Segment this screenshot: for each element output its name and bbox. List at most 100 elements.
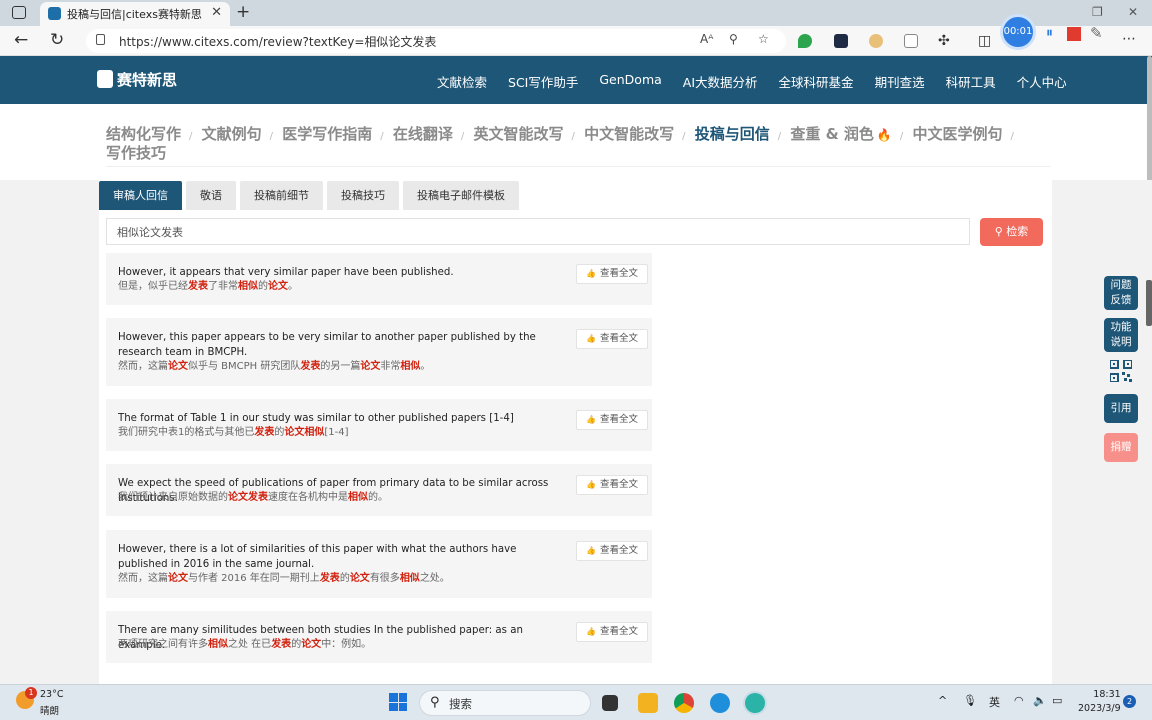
subtab-pre-submission[interactable]: 投稿前细节 — [240, 181, 323, 210]
category-item[interactable]: 中文智能改写 — [584, 125, 674, 143]
edge-handle[interactable] — [1146, 280, 1152, 326]
volume-icon[interactable]: 🔈 — [1033, 694, 1047, 707]
nav-item[interactable]: SCI写作助手 — [508, 72, 578, 91]
view-full-text-button[interactable]: 👍 查看全文 — [576, 264, 648, 284]
highlight-term: 发表 — [248, 492, 268, 503]
nav-item[interactable]: 科研工具 — [946, 72, 996, 91]
read-aloud-icon[interactable]: Aᴬ — [700, 32, 713, 46]
browser-tab[interactable]: 投稿与回信|citexs赛特新思 ✕ — [40, 2, 230, 26]
features-button[interactable]: 功能说明 — [1104, 318, 1138, 352]
view-full-text-button[interactable]: 👍 查看全文 — [576, 541, 648, 561]
divider — [106, 166, 1050, 167]
more-menu-icon[interactable]: ⋯ — [1122, 31, 1136, 47]
feedback-label: 问题反馈 — [1110, 279, 1132, 306]
ime-indicator[interactable]: 英 — [989, 694, 1000, 710]
extension-shield-icon[interactable] — [798, 34, 812, 48]
recorder-pen-icon[interactable]: ✎ — [1090, 24, 1103, 42]
nav-item[interactable]: AI大数据分析 — [683, 72, 758, 91]
extension-dark-icon[interactable] — [834, 34, 848, 48]
subtab-reviewer-reply[interactable]: 审稿人回信 — [99, 181, 182, 210]
view-full-text-label: 查看全文 — [599, 268, 638, 279]
window-menu-icon[interactable] — [12, 6, 26, 19]
qr-code-icon[interactable] — [1110, 360, 1132, 382]
restore-window-icon[interactable]: ❐ — [1092, 5, 1103, 19]
start-windows-icon[interactable] — [389, 693, 407, 711]
nav-item[interactable]: 期刊查选 — [875, 72, 925, 91]
address-bar[interactable]: https://www.citexs.com/review?textKey=相似… — [86, 29, 786, 53]
task-view-icon[interactable] — [602, 695, 618, 711]
result-chinese-text: 的。 — [368, 492, 388, 503]
category-item[interactable]: 英文智能改写 — [474, 125, 564, 143]
refresh-icon[interactable]: ↻ — [50, 30, 64, 50]
subtab-honorifics[interactable]: 敬语 — [186, 181, 236, 210]
donate-button[interactable]: 捐赠 — [1104, 433, 1138, 462]
microphone-icon[interactable]: 🎙 — [963, 694, 977, 707]
nav-item[interactable]: 全球科研基金 — [779, 72, 854, 91]
notification-badge[interactable]: 2 — [1123, 695, 1136, 708]
extension-coin-icon[interactable] — [869, 34, 883, 48]
category-item[interactable]: 写作技巧 — [106, 144, 166, 162]
nav-item[interactable]: GenDoma — [599, 72, 661, 91]
highlight-term: 发表 — [254, 427, 275, 438]
tab-title: 投稿与回信|citexs赛特新思 — [67, 8, 202, 21]
extensions-puzzle-icon[interactable]: ✣ — [938, 33, 950, 49]
subtab-email-templates[interactable]: 投稿电子邮件模板 — [403, 181, 519, 210]
result-chinese-text: 的 — [274, 427, 285, 438]
category-item-active[interactable]: 投稿与回信 — [695, 125, 770, 143]
browser-e-icon[interactable] — [710, 693, 730, 713]
subtab-submission-tips[interactable]: 投稿技巧 — [327, 181, 399, 210]
nav-item[interactable]: 个人中心 — [1017, 72, 1067, 91]
weather-temp[interactable]: 23°C — [40, 689, 63, 700]
recorder-timer[interactable]: 00:01 — [1000, 14, 1036, 50]
edge-icon[interactable] — [745, 693, 765, 713]
result-english: However, there is a lot of similarities … — [118, 544, 517, 570]
view-full-text-label: 查看全文 — [599, 545, 638, 556]
back-arrow-icon[interactable]: ← — [14, 30, 28, 50]
result-chinese-text: 之处 在已 — [228, 639, 272, 650]
search-button-label: 检索 — [1006, 225, 1029, 238]
view-full-text-button[interactable]: 👍 查看全文 — [576, 475, 648, 495]
result-chinese: 然而，这篇论文似乎与 BMCPH 研究团队发表的另一篇论文非常相似。 — [118, 360, 430, 374]
favorites-star-icon[interactable]: ☆ — [758, 32, 769, 46]
highlight-term: 发表 — [300, 361, 321, 372]
view-full-text-button[interactable]: 👍 查看全文 — [576, 329, 648, 349]
view-full-text-button[interactable]: 👍 查看全文 — [576, 622, 648, 642]
recorder-pause-icon[interactable]: ⏸ — [1046, 25, 1053, 41]
weather-desc[interactable]: 晴朗 — [40, 703, 59, 717]
category-item[interactable]: 医学写作指南 — [282, 125, 372, 143]
file-explorer-icon[interactable] — [638, 693, 658, 713]
site-logo[interactable]: 赛特新思 — [97, 69, 177, 90]
view-full-text-button[interactable]: 👍 查看全文 — [576, 410, 648, 430]
wifi-icon[interactable]: ◠ — [1014, 694, 1024, 707]
recorder-stop-icon[interactable] — [1067, 27, 1081, 41]
site-favicon-icon — [48, 7, 61, 20]
zoom-icon[interactable]: ⚲ — [729, 32, 738, 46]
close-tab-icon[interactable]: ✕ — [211, 5, 222, 20]
close-window-icon[interactable]: ✕ — [1128, 5, 1138, 19]
category-item[interactable]: 查重 & 润色 🔥 — [790, 125, 891, 143]
cite-button[interactable]: 引用 — [1104, 394, 1138, 423]
tray-chevron-icon[interactable]: ^ — [938, 694, 947, 707]
result-card: However, it appears that very similar pa… — [106, 253, 652, 305]
thumbs-up-icon: 👍 — [586, 480, 596, 489]
extension-note-icon[interactable] — [904, 34, 918, 48]
result-chinese: 然而，这篇论文与作者 2016 年在同一期刊上发表的论文有很多相似之处。 — [118, 572, 450, 586]
chrome-icon[interactable] — [674, 693, 694, 713]
url-text[interactable]: https://www.citexs.com/review?textKey=相似… — [119, 33, 436, 50]
category-item[interactable]: 结构化写作 — [106, 125, 181, 143]
split-screen-icon[interactable]: ◫ — [978, 33, 991, 49]
category-item[interactable]: 文献例句 — [202, 125, 262, 143]
search-button[interactable]: ⚲ 检索 — [980, 218, 1043, 246]
category-item[interactable]: 在线翻译 — [393, 125, 453, 143]
nav-item[interactable]: 文献检索 — [437, 72, 487, 91]
highlight-term: 论文 — [301, 639, 322, 650]
result-chinese-text: 然而，这篇 — [118, 361, 168, 372]
category-item[interactable]: 中文医学例句 — [912, 125, 1002, 143]
search-field[interactable] — [106, 218, 970, 245]
search-input[interactable] — [107, 219, 969, 244]
system-clock[interactable]: 18:31 2023/3/9 — [1078, 688, 1121, 716]
taskbar-search[interactable]: ⚲ 搜索 — [419, 690, 591, 716]
feedback-button[interactable]: 问题反馈 — [1104, 276, 1138, 310]
new-tab-button[interactable]: + — [236, 2, 250, 22]
battery-icon[interactable]: ▭ — [1052, 694, 1062, 707]
